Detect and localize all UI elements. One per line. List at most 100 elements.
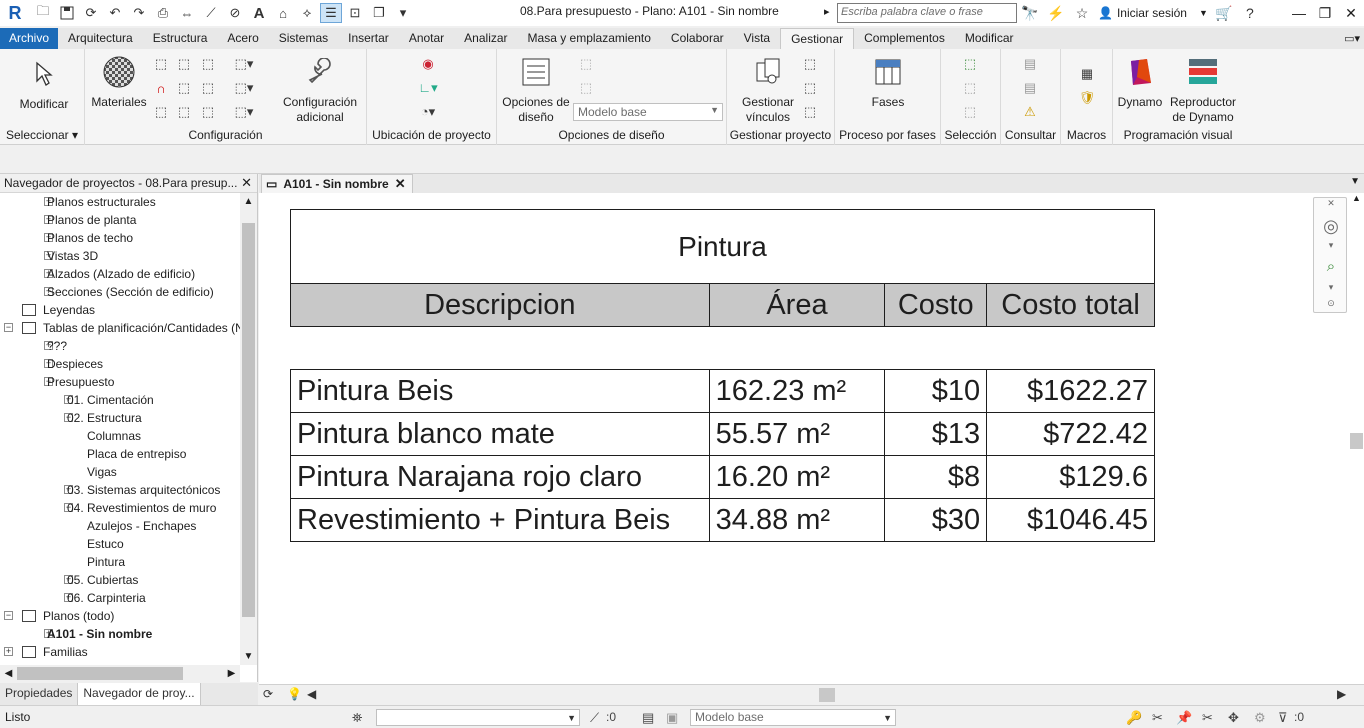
visual-style-icon[interactable]: ⟳ bbox=[263, 687, 273, 701]
purge-icon[interactable]: ⬚ bbox=[175, 103, 193, 121]
close-icon[interactable]: ✕ bbox=[395, 175, 406, 193]
schedule-cell[interactable]: Pintura Narajana rojo claro bbox=[290, 455, 710, 499]
navbar-options-icon[interactable]: ⊙ bbox=[1314, 298, 1348, 309]
dynamo-button[interactable]: Dynamo bbox=[1115, 55, 1165, 110]
design-options-status-icon[interactable]: ▤ bbox=[642, 710, 654, 726]
tab-properties[interactable]: Propiedades bbox=[0, 683, 79, 705]
browser-node[interactable]: − Tablas de planificación/Cantidades (N bbox=[0, 319, 240, 337]
save-selection-icon[interactable]: ⬚ bbox=[961, 55, 979, 73]
schedule-cell[interactable]: 16.20 m² bbox=[708, 455, 886, 499]
schedule-cell[interactable]: 55.57 m² bbox=[708, 412, 886, 456]
tab-vista[interactable]: Vista bbox=[734, 28, 780, 49]
tab-insertar[interactable]: Insertar bbox=[338, 28, 399, 49]
signin-button[interactable]: 👤 Iniciar sesión ▼ bbox=[1098, 6, 1208, 20]
structural-settings-icon[interactable]: ∩ bbox=[152, 79, 170, 97]
materials-button[interactable]: Materiales bbox=[89, 55, 149, 110]
additional-settings-button[interactable]: Configuración adicional bbox=[277, 55, 363, 125]
tab-acero[interactable]: Acero bbox=[217, 28, 268, 49]
view-tab-a101[interactable]: ▭ A101 - Sin nombre ✕ bbox=[261, 174, 413, 193]
tag-icon[interactable]: ⊘ bbox=[224, 3, 246, 23]
schedule-cell[interactable]: $1622.27 bbox=[986, 369, 1155, 413]
browser-node[interactable]: + Planos de planta bbox=[0, 211, 240, 229]
schedule-cell[interactable]: $30 bbox=[884, 498, 988, 542]
exclude-options-icon[interactable]: ▣ bbox=[666, 710, 678, 726]
tab-complementos[interactable]: Complementos bbox=[854, 28, 955, 49]
restore-icon[interactable]: ❐ bbox=[1312, 0, 1338, 26]
browser-node[interactable]: − Presupuesto bbox=[0, 373, 240, 391]
tab-modificar[interactable]: Modificar bbox=[955, 28, 1024, 49]
browser-node[interactable]: +05. Cubiertas bbox=[0, 571, 240, 589]
binoculars-icon[interactable]: 🔭 bbox=[1020, 5, 1040, 22]
table-row[interactable]: Pintura blanco mate 55.57 m² $13 $722.42 bbox=[290, 412, 1155, 456]
position-icon[interactable]: ◔▾ bbox=[419, 103, 437, 121]
schedule-cell[interactable]: $129.6 bbox=[986, 455, 1155, 499]
editable-only-icon[interactable]: ⟋ bbox=[590, 710, 599, 726]
scroll-thumb[interactable] bbox=[17, 667, 183, 680]
browser-node[interactable]: + Alzados (Alzado de edificio) bbox=[0, 265, 240, 283]
tab-anotar[interactable]: Anotar bbox=[399, 28, 454, 49]
default-3d-view-icon[interactable]: ⌂ bbox=[272, 3, 294, 23]
worksets-icon[interactable]: ⛯ bbox=[352, 710, 362, 726]
browser-node[interactable]: + Planos de techo bbox=[0, 229, 240, 247]
thin-lines-icon[interactable]: ☰ bbox=[320, 3, 342, 23]
schedule-cell[interactable]: Pintura blanco mate bbox=[290, 412, 710, 456]
search-expand-icon[interactable]: ▸ bbox=[824, 5, 830, 18]
tab-analizar[interactable]: Analizar bbox=[454, 28, 517, 49]
schedule-cell[interactable]: $13 bbox=[884, 412, 988, 456]
shared-params-icon[interactable]: ⬚ bbox=[175, 79, 193, 97]
browser-horizontal-scrollbar[interactable]: ◀ ▶ bbox=[0, 665, 240, 682]
macro-security-icon[interactable]: 🛡 bbox=[1078, 89, 1096, 107]
browser-node[interactable]: Estuco bbox=[0, 535, 240, 553]
customize-qat-icon[interactable]: ▾ bbox=[392, 3, 414, 23]
measure-icon[interactable]: ⇔ bbox=[176, 3, 198, 23]
select-links-icon[interactable]: 🔑 bbox=[1126, 710, 1142, 726]
schedule-cell[interactable]: $8 bbox=[884, 455, 988, 499]
close-icon[interactable]: ✕ bbox=[1338, 0, 1364, 26]
browser-node[interactable]: + Vistas 3D bbox=[0, 247, 240, 265]
open-icon[interactable]: 🗀 bbox=[32, 3, 54, 23]
global-params-icon[interactable]: ⬚ bbox=[199, 79, 217, 97]
manage-links-button[interactable]: Gestionar vínculos bbox=[733, 55, 803, 125]
browser-node[interactable]: + Despieces bbox=[0, 355, 240, 373]
tab-archivo[interactable]: Archivo bbox=[0, 28, 59, 49]
minimize-icon[interactable]: — bbox=[1286, 0, 1312, 26]
tab-sistemas[interactable]: Sistemas bbox=[269, 28, 338, 49]
phases-button[interactable]: Fases bbox=[853, 55, 923, 110]
browser-node[interactable]: −04. Revestimientos de muro bbox=[0, 499, 240, 517]
schedule-cell[interactable]: $722.42 bbox=[986, 412, 1155, 456]
scroll-thumb[interactable] bbox=[1350, 433, 1363, 449]
edit-selection-icon[interactable]: ⬚ bbox=[961, 103, 979, 121]
paint-schedule[interactable]: Pintura Descripcion Área Costo Costo total P… bbox=[290, 209, 1155, 542]
subscription-icon[interactable]: ⚡ bbox=[1046, 5, 1066, 22]
collapse-icon[interactable]: − bbox=[4, 611, 13, 620]
browser-node[interactable]: + Secciones (Sección de edificio) bbox=[0, 283, 240, 301]
table-row[interactable]: Pintura Beis 162.23 m² $10 $1622.27 bbox=[290, 369, 1155, 413]
browser-node[interactable]: +??? bbox=[0, 337, 240, 355]
tab-colaborar[interactable]: Colaborar bbox=[661, 28, 734, 49]
tab-gestionar[interactable]: Gestionar bbox=[780, 28, 855, 49]
load-selection-icon[interactable]: ⬚ bbox=[961, 79, 979, 97]
select-by-face-icon[interactable]: ✂ bbox=[1202, 710, 1213, 726]
starting-view-icon[interactable]: ⬚ bbox=[801, 55, 819, 73]
browser-node[interactable]: + Planos estructurales bbox=[0, 193, 240, 211]
schedule-cell[interactable]: $1046.45 bbox=[986, 498, 1155, 542]
select-panel-title[interactable]: Seleccionar ▾ bbox=[0, 128, 84, 142]
add-to-set-icon[interactable]: ⬚ bbox=[577, 55, 595, 73]
schedule-header-cell[interactable]: Costo bbox=[884, 283, 988, 327]
ribbon-minimize-icon[interactable]: ▭▾ bbox=[1344, 32, 1360, 45]
project-info-icon[interactable]: ⬚ bbox=[199, 55, 217, 73]
schedule-cell[interactable]: 34.88 m² bbox=[708, 498, 886, 542]
coordinates-icon[interactable]: ∟▾ bbox=[418, 79, 437, 97]
chevron-down-icon[interactable]: ▾ bbox=[1314, 282, 1348, 293]
close-navbar-icon[interactable]: ✕ bbox=[1314, 198, 1348, 209]
view-tabs-menu-icon[interactable]: ▼ bbox=[1350, 176, 1360, 187]
background-process-icon[interactable]: ⚙ bbox=[1254, 710, 1266, 726]
table-row[interactable]: Pintura Narajana rojo claro 16.20 m² $8 $12… bbox=[290, 455, 1155, 499]
scroll-down-icon[interactable]: ▼ bbox=[240, 648, 257, 665]
hidden-elements-icon[interactable]: 💡 bbox=[287, 687, 302, 701]
select-underlay-icon[interactable]: ✂ bbox=[1152, 710, 1163, 726]
schedule-cell[interactable]: Revestimiento + Pintura Beis bbox=[290, 498, 710, 542]
mep-settings-icon[interactable]: ⬚▾ bbox=[235, 55, 254, 73]
tab-masa-y-emplazamiento[interactable]: Masa y emplazamiento bbox=[518, 28, 661, 49]
pick-to-edit-icon[interactable]: ⬚ bbox=[577, 79, 595, 97]
